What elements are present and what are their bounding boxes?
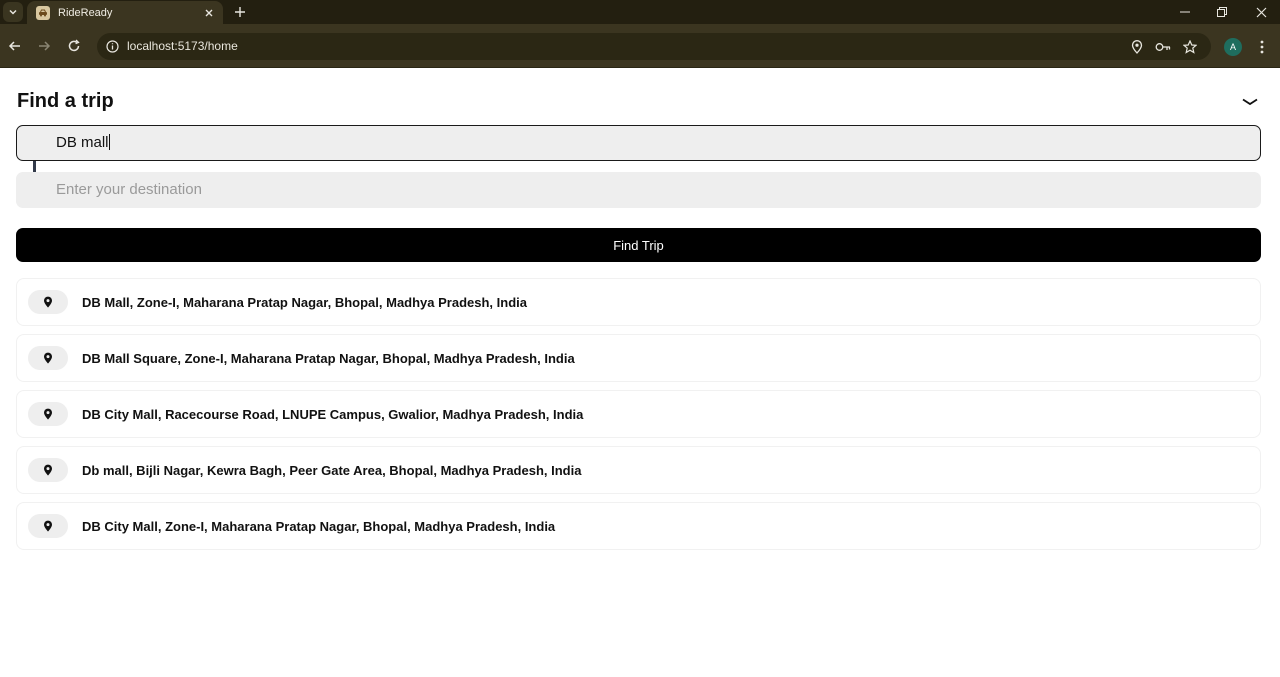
suggestion-item[interactable]: DB City Mall, Zone-I, Maharana Pratap Na… — [16, 502, 1261, 550]
close-icon — [1256, 7, 1266, 17]
star-icon[interactable] — [1181, 38, 1199, 56]
minimize-icon — [1180, 11, 1190, 13]
suggestion-item[interactable]: Db mall, Bijli Nagar, Kewra Bagh, Peer G… — [16, 446, 1261, 494]
tab-title: RideReady — [58, 6, 113, 19]
new-tab-button[interactable] — [230, 2, 250, 22]
location-suggestions-list: DB Mall, Zone-I, Maharana Pratap Nagar, … — [16, 278, 1261, 558]
suggestion-text: DB Mall Square, Zone-I, Maharana Pratap … — [82, 350, 575, 366]
tab-strip: RideReady — [0, 0, 1280, 24]
arrow-right-icon — [39, 41, 51, 51]
suggestion-item[interactable]: DB Mall Square, Zone-I, Maharana Pratap … — [16, 334, 1261, 382]
profile-avatar[interactable]: A — [1224, 38, 1242, 56]
destination-input[interactable]: Enter your destination — [16, 172, 1261, 208]
pickup-input[interactable]: DB mall — [16, 125, 1261, 161]
close-tab-icon[interactable] — [199, 3, 219, 23]
restore-button[interactable] — [1204, 0, 1240, 24]
restore-icon — [1217, 7, 1227, 17]
text-caret — [108, 134, 110, 150]
chevron-down-icon — [9, 9, 17, 15]
reload-button[interactable] — [64, 36, 84, 56]
site-info-icon[interactable] — [105, 39, 119, 53]
arrow-left-icon — [8, 41, 20, 51]
reload-icon — [68, 39, 80, 52]
tab-search-button[interactable] — [3, 2, 23, 22]
back-button[interactable] — [5, 36, 25, 56]
car-icon — [36, 5, 50, 20]
url-text: localhost:5173/home — [127, 39, 238, 53]
page-title: Find a trip — [17, 90, 114, 112]
destination-placeholder: Enter your destination — [56, 181, 202, 198]
suggestion-text: DB City Mall, Zone-I, Maharana Pratap Na… — [82, 518, 556, 534]
chevron-down-icon — [1242, 98, 1258, 106]
suggestion-item[interactable]: DB Mall, Zone-I, Maharana Pratap Nagar, … — [16, 278, 1261, 326]
collapse-panel-button[interactable] — [1240, 94, 1260, 110]
pickup-input-value: DB mall — [56, 134, 109, 151]
close-window-button[interactable] — [1243, 0, 1279, 24]
location-pin-icon — [28, 402, 68, 426]
location-pin-icon — [28, 514, 68, 538]
location-icon[interactable] — [1128, 38, 1146, 56]
forward-button[interactable] — [34, 36, 54, 56]
more-menu-icon[interactable] — [1253, 37, 1271, 57]
page-content: Find a trip DB mall Enter your destinati… — [0, 68, 1280, 677]
location-pin-icon — [28, 290, 68, 314]
suggestion-text: Db mall, Bijli Nagar, Kewra Bagh, Peer G… — [82, 462, 582, 478]
browser-tab-active[interactable]: RideReady — [27, 1, 223, 24]
find-trip-button[interactable]: Find Trip — [16, 228, 1261, 262]
suggestion-item[interactable]: DB City Mall, Racecourse Road, LNUPE Cam… — [16, 390, 1261, 438]
plus-icon — [235, 7, 245, 17]
location-pin-icon — [28, 346, 68, 370]
password-key-icon[interactable] — [1154, 38, 1172, 56]
location-pin-icon — [28, 458, 68, 482]
suggestion-text: DB City Mall, Racecourse Road, LNUPE Cam… — [82, 406, 584, 422]
suggestion-text: DB Mall, Zone-I, Maharana Pratap Nagar, … — [82, 294, 527, 310]
minimize-button[interactable] — [1167, 0, 1203, 24]
browser-toolbar: localhost:5173/home A — [0, 24, 1280, 68]
address-bar[interactable]: localhost:5173/home — [97, 33, 1211, 60]
